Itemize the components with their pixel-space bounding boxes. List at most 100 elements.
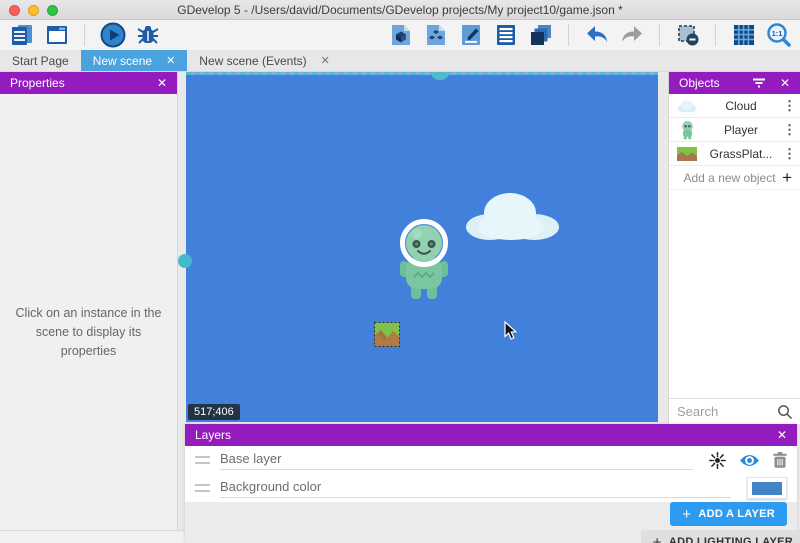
project-manager-icon[interactable] <box>8 22 35 49</box>
tab-bar: Start Page New scene ✕ New scene (Events… <box>0 50 800 72</box>
properties-panel: Properties ✕ Click on an instance in the… <box>0 72 178 530</box>
plus-icon: + <box>653 534 662 543</box>
window-title: GDevelop 5 - /Users/david/Documents/GDev… <box>0 3 800 17</box>
zoom-1-1-icon[interactable]: 1:1 <box>765 22 792 49</box>
plus-icon: + <box>782 169 792 186</box>
instances-list-icon[interactable] <box>492 22 519 49</box>
layer-name-field[interactable]: Base layer <box>220 451 693 470</box>
background-color-swatch[interactable] <box>752 482 782 495</box>
grid-icon[interactable] <box>730 22 757 49</box>
debug-icon[interactable] <box>134 22 161 49</box>
player-thumbnail-icon <box>675 120 699 140</box>
cursor-coordinates-badge: 517;406 <box>188 404 240 420</box>
close-icon[interactable]: ✕ <box>777 428 787 442</box>
start-page-icon[interactable] <box>43 22 70 49</box>
layers-panel-header: Layers ✕ <box>185 424 797 446</box>
add-new-object-label: Add a new object <box>677 171 782 185</box>
background-color-label: Background color <box>220 479 731 498</box>
tab-close-icon[interactable]: ✕ <box>166 54 175 67</box>
tab-label: New scene <box>93 54 152 68</box>
selection-ring[interactable] <box>400 219 448 267</box>
grass-platform-instance[interactable] <box>374 322 400 347</box>
drag-handle-icon[interactable] <box>195 456 210 464</box>
layer-delete-trash-icon[interactable] <box>773 452 787 468</box>
object-row-cloud[interactable]: Cloud ⋮ <box>669 94 800 118</box>
panel-resize-border[interactable] <box>186 72 658 75</box>
traffic-lights <box>9 5 58 16</box>
layers-panel: Layers ✕ Base layer <box>185 424 797 543</box>
search-icon <box>777 404 792 419</box>
toolbar-separator <box>715 24 716 46</box>
preview-icon[interactable] <box>99 22 126 49</box>
objects-panel: Objects ✕ Cloud ⋮ Player ⋮ <box>668 72 800 424</box>
tab-new-scene-events[interactable]: New scene (Events) ✕ <box>187 50 342 71</box>
tab-label: Start Page <box>12 54 69 68</box>
panel-resize-handle[interactable] <box>431 72 449 80</box>
toolbar-right-group: 1:1 <box>387 22 792 49</box>
undo-icon[interactable] <box>583 22 610 49</box>
tab-label: New scene (Events) <box>199 54 306 68</box>
grass-platform-thumbnail-icon <box>675 147 699 161</box>
object-row-player[interactable]: Player ⋮ <box>669 118 800 142</box>
toolbar-separator <box>659 24 660 46</box>
titlebar: GDevelop 5 - /Users/david/Documents/GDev… <box>0 0 800 20</box>
toolbar-left-group <box>8 22 161 49</box>
object-name: GrassPlat... <box>699 147 783 161</box>
bottom-strip <box>0 530 186 543</box>
layer-actions <box>709 452 787 469</box>
tab-close-icon[interactable]: ✕ <box>321 54 330 67</box>
main-area: Properties ✕ Click on an instance in the… <box>0 72 800 543</box>
object-menu-icon[interactable]: ⋮ <box>783 98 795 114</box>
objects-panel-title: Objects <box>679 76 720 90</box>
zoom-window-button[interactable] <box>47 5 58 16</box>
drag-handle-icon[interactable] <box>195 484 210 492</box>
layers-panel-title: Layers <box>195 428 231 442</box>
layer-effects-icon[interactable] <box>709 452 726 469</box>
object-name: Player <box>699 123 783 137</box>
layer-row-base-layer[interactable]: Base layer <box>185 446 797 474</box>
gdevelop-window: GDevelop 5 - /Users/david/Documents/GDev… <box>0 0 800 543</box>
redo-icon[interactable] <box>618 22 645 49</box>
toolbar-separator <box>568 24 569 46</box>
properties-panel-header: Properties ✕ <box>0 72 177 94</box>
tab-new-scene[interactable]: New scene ✕ <box>81 50 188 71</box>
add-lighting-layer-label: ADD LIGHTING LAYER <box>669 536 793 543</box>
plus-icon: + <box>682 506 691 523</box>
layers-footer: + ADD A LAYER + ADD LIGHTING LAYER <box>185 502 797 543</box>
mask-icon[interactable] <box>674 22 701 49</box>
objects-stack-icon[interactable] <box>527 22 554 49</box>
properties-panel-title: Properties <box>10 76 65 90</box>
close-window-button[interactable] <box>9 5 20 16</box>
toolbar-separator <box>84 24 85 46</box>
publish-icon[interactable] <box>422 22 449 49</box>
export-icon[interactable] <box>387 22 414 49</box>
add-lighting-layer-button[interactable]: + ADD LIGHTING LAYER <box>641 530 800 543</box>
properties-empty-message: Click on an instance in the scene to dis… <box>0 304 177 360</box>
toolbar: 1:1 <box>0 20 800 50</box>
object-name: Cloud <box>699 99 783 113</box>
search-input[interactable] <box>677 404 771 419</box>
object-menu-icon[interactable]: ⋮ <box>783 146 795 162</box>
edit-scene-icon[interactable] <box>457 22 484 49</box>
add-new-object-button[interactable]: Add a new object + <box>669 166 800 190</box>
close-icon[interactable]: ✕ <box>157 76 167 90</box>
mouse-cursor-icon <box>504 321 518 341</box>
scene-canvas[interactable]: 517;406 <box>186 72 658 422</box>
layer-row-background-color[interactable]: Background color <box>185 474 797 502</box>
add-a-layer-label: ADD A LAYER <box>698 508 775 520</box>
layer-visibility-eye-icon[interactable] <box>739 453 760 468</box>
zoom-ratio-label: 1:1 <box>771 29 782 38</box>
object-row-grassplatform[interactable]: GrassPlat... ⋮ <box>669 142 800 166</box>
panel-drag-grip[interactable] <box>178 254 192 268</box>
background-color-picker[interactable] <box>747 477 787 499</box>
add-a-layer-button[interactable]: + ADD A LAYER <box>670 502 787 526</box>
filter-icon[interactable] <box>752 78 766 88</box>
object-menu-icon[interactable]: ⋮ <box>783 122 795 138</box>
objects-search-bar <box>669 398 800 424</box>
cloud-instance[interactable] <box>463 190 561 242</box>
minimize-window-button[interactable] <box>28 5 39 16</box>
cloud-thumbnail-icon <box>675 99 699 113</box>
objects-panel-header: Objects ✕ <box>669 72 800 94</box>
close-icon[interactable]: ✕ <box>780 76 790 90</box>
tab-start-page[interactable]: Start Page <box>0 50 81 71</box>
